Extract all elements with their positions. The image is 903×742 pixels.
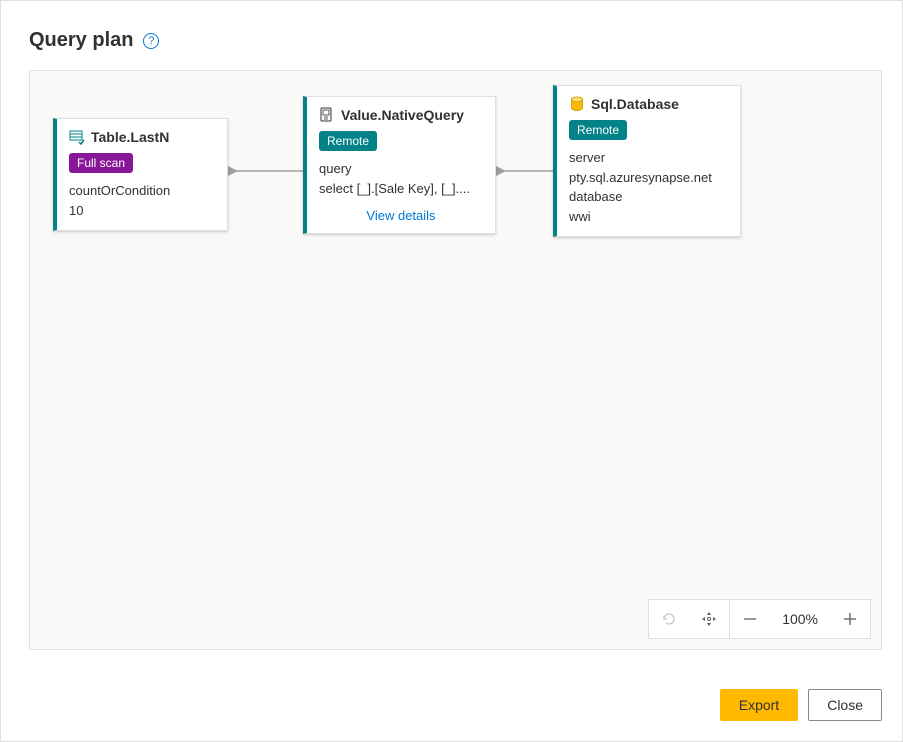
node-header: Value.NativeQuery [319, 107, 483, 123]
node-header: Sql.Database [569, 96, 728, 112]
table-lastn-icon [69, 129, 85, 145]
node-title: Value.NativeQuery [341, 107, 464, 123]
plan-node-native-query[interactable]: Value.NativeQuery Remote query select [_… [303, 96, 496, 234]
node-param-value: 10 [69, 201, 215, 221]
node-param-value: wwi [569, 207, 728, 227]
view-details-link[interactable]: View details [319, 208, 483, 223]
node-param-value: pty.sql.azuresynapse.net [569, 168, 728, 188]
zoom-toolbar: 100% [648, 599, 871, 639]
remote-badge: Remote [569, 120, 627, 140]
zoom-out-button[interactable] [730, 600, 770, 638]
native-query-icon [319, 107, 335, 123]
reset-view-button[interactable] [649, 600, 689, 638]
minus-icon [742, 611, 758, 627]
database-icon [569, 96, 585, 112]
close-button[interactable]: Close [808, 689, 882, 721]
zoom-level-display: 100% [770, 611, 830, 627]
edge-arrow [495, 165, 553, 177]
query-plan-canvas[interactable]: Table.LastN Full scan countOrCondition 1… [29, 70, 882, 650]
dialog-title: Query plan [29, 29, 133, 52]
plan-node-sql-database[interactable]: Sql.Database Remote server pty.sql.azure… [553, 85, 741, 237]
dialog-footer: Export Close [720, 689, 882, 721]
query-plan-dialog: Query plan ? [0, 0, 903, 742]
reset-icon [661, 611, 677, 627]
node-title: Table.LastN [91, 129, 169, 145]
fit-to-screen-icon [701, 611, 717, 627]
node-param-label: query [319, 159, 483, 179]
edge-arrow [227, 165, 303, 177]
help-icon[interactable]: ? [143, 33, 159, 49]
node-param-label: database [569, 187, 728, 207]
node-param-label: server [569, 148, 728, 168]
plan-node-table-lastn[interactable]: Table.LastN Full scan countOrCondition 1… [53, 118, 228, 231]
remote-badge: Remote [319, 131, 377, 151]
fit-to-screen-button[interactable] [689, 600, 729, 638]
node-param-label: countOrCondition [69, 181, 215, 201]
node-param-value: select [_].[Sale Key], [_].... [319, 179, 483, 199]
node-header: Table.LastN [69, 129, 215, 145]
full-scan-badge: Full scan [69, 153, 133, 173]
dialog-header: Query plan ? [29, 29, 882, 52]
node-title: Sql.Database [591, 96, 679, 112]
plus-icon [842, 611, 858, 627]
export-button[interactable]: Export [720, 689, 798, 721]
zoom-in-button[interactable] [830, 600, 870, 638]
